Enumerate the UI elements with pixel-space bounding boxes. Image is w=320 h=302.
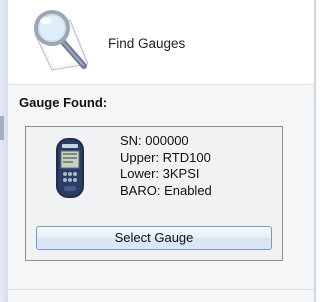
gauge-device-icon <box>56 138 84 198</box>
gauge-upper-module: Upper: RTD100 <box>120 149 211 165</box>
panel-bottom-divider <box>8 289 314 290</box>
left-edge-accent <box>0 116 4 140</box>
gauge-baro-status: BARO: Enabled <box>120 182 212 198</box>
gauge-lower-module: Lower: 3KPSI <box>120 166 200 181</box>
find-gauges-panel: Find Gauges Gauge Found: SN: 000000 Uppe… <box>8 0 316 302</box>
magnifier-document-icon <box>34 10 89 71</box>
gauge-found-label: Gauge Found: <box>19 95 108 110</box>
panel-title: Find Gauges <box>108 36 186 51</box>
gauge-details: SN: 000000 Upper: RTD100 Lower: 3KPSI BA… <box>120 133 212 199</box>
panel-header: Find Gauges <box>8 0 314 85</box>
gauge-serial-number: SN: 000000 <box>120 133 189 148</box>
gauge-card: SN: 000000 Upper: RTD100 Lower: 3KPSI BA… <box>25 126 283 261</box>
left-edge-strip <box>0 0 8 302</box>
select-gauge-button[interactable]: Select Gauge <box>36 226 272 250</box>
header-divider <box>8 84 314 85</box>
